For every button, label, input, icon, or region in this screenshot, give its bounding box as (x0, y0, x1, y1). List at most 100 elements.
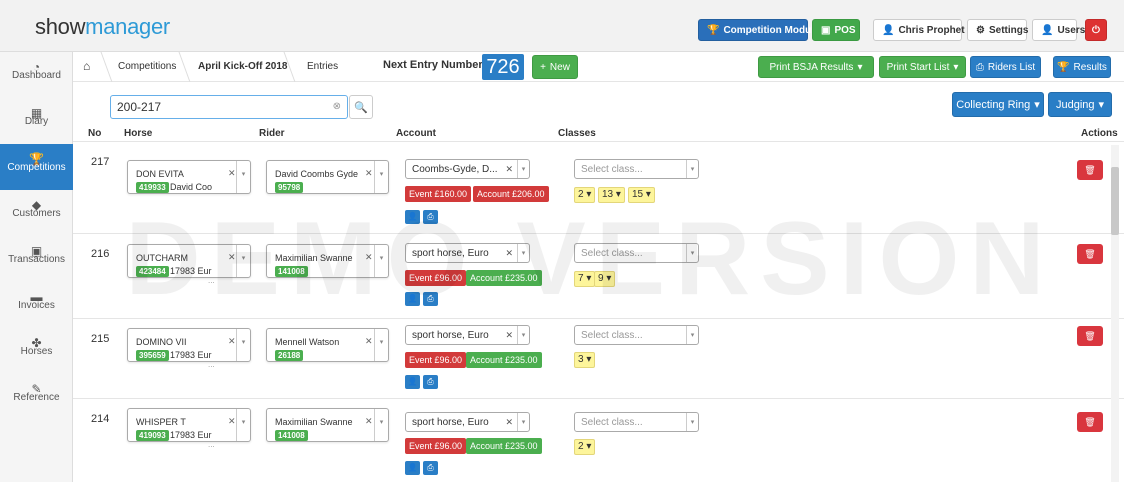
sidebar-item-transactions[interactable]: ▣ Transactions (0, 236, 73, 282)
clear-icon[interactable]: ⊗ (333, 101, 341, 112)
remove-icon[interactable]: ✕ (365, 336, 373, 347)
remove-icon[interactable]: ✕ (365, 252, 373, 263)
power-button[interactable]: ⏻ (1085, 19, 1107, 41)
dropdown-icon[interactable]: ▾ (374, 409, 388, 441)
dropdown-icon[interactable]: ▾ (686, 160, 698, 178)
remove-icon[interactable]: ✕ (228, 168, 236, 179)
account-select[interactable]: Coombs-Gyde, D... ✕ ▾ (405, 159, 530, 179)
remove-icon[interactable]: ✕ (505, 248, 513, 259)
dropdown-icon[interactable]: ▾ (686, 244, 698, 262)
horse-select[interactable]: OUTCHARM ✕ ▾ 423484 17983 Eur ... (127, 244, 251, 285)
sidebar-item-invoices[interactable]: ▬ Invoices (0, 282, 73, 328)
print-icon[interactable]: ⎙ (423, 375, 438, 389)
remove-icon[interactable]: ✕ (228, 336, 236, 347)
rider-select[interactable]: David Coombs Gyde ✕ ▾ 95798 (266, 160, 389, 194)
class-tag[interactable]: 15 ▾ (628, 187, 655, 203)
remove-icon[interactable]: ✕ (228, 416, 236, 427)
print-icon[interactable]: ⎙ (423, 461, 438, 475)
users-button[interactable]: 👤 Users (1032, 19, 1085, 41)
dropdown-icon[interactable]: ▾ (686, 413, 698, 431)
delete-button[interactable]: 🗑 (1077, 244, 1103, 264)
delete-button[interactable]: 🗑 (1077, 326, 1103, 346)
settings-button[interactable]: ⚙ Settings (967, 19, 1028, 41)
class-tag[interactable]: 13 ▾ (598, 187, 625, 203)
riders-list-button[interactable]: ⎙ Riders List (970, 56, 1041, 78)
remove-icon[interactable]: ✕ (365, 416, 373, 427)
class-select[interactable]: Select class... ▾ (574, 243, 699, 263)
class-tag[interactable]: 9 ▾ (594, 271, 616, 287)
account-select[interactable]: sport horse, Euro ✕ ▾ (405, 325, 530, 345)
user-icon[interactable]: 👤 (405, 292, 420, 306)
collecting-ring-button[interactable]: Collecting Ring ▾ (952, 92, 1044, 117)
print-start-list-button[interactable]: Print Start List ▾ (879, 56, 966, 78)
table-row: 217 DON EVITA ✕ ▾ 419933 David Coo David… (73, 141, 1124, 233)
dropdown-icon[interactable]: ▾ (374, 245, 388, 277)
breadcrumb-entries[interactable]: Entries (307, 61, 338, 72)
scrollbar-thumb[interactable] (1111, 167, 1119, 235)
account-select[interactable]: sport horse, Euro ✕ ▾ (405, 243, 530, 263)
horse-select[interactable]: DOMINO VII ✕ ▾ 395659 17983 Eur ... (127, 328, 251, 369)
dropdown-icon[interactable]: ▾ (686, 326, 698, 344)
results-button[interactable]: 🏆 Results (1053, 56, 1111, 78)
sidebar-item-reference[interactable]: ✎ Reference (0, 374, 73, 420)
sidebar-item-horses[interactable]: ✤ Horses (0, 328, 73, 374)
print-bsja-results-button[interactable]: Print BSJA Results ▾ (758, 56, 874, 78)
print-icon[interactable]: ⎙ (423, 292, 438, 306)
app-logo[interactable]: showmanager (35, 14, 170, 40)
dropdown-icon[interactable]: ▾ (236, 409, 250, 441)
pos-button[interactable]: ▣ POS (812, 19, 860, 41)
user-button[interactable]: 👤 Chris Prophet (873, 19, 965, 41)
sidebar-item-competitions[interactable]: 🏆 Competitions (0, 144, 73, 190)
class-tag[interactable]: 2 ▾ (574, 187, 596, 203)
account-select[interactable]: sport horse, Euro ✕ ▾ (405, 412, 530, 432)
scrollbar[interactable] (1111, 145, 1119, 482)
remove-icon[interactable]: ✕ (505, 330, 513, 341)
sidebar-item-diary[interactable]: ▦ Diary (0, 98, 73, 144)
user-icon[interactable]: 👤 (405, 210, 420, 224)
sidebar-item-customers[interactable]: ◆ Customers (0, 190, 73, 236)
home-icon[interactable]: ⌂ (83, 59, 90, 73)
dropdown-icon[interactable]: ▾ (517, 244, 529, 262)
user-icon[interactable]: 👤 (405, 461, 420, 475)
search-button[interactable]: 🔍 (349, 95, 373, 119)
rider-select[interactable]: Maximilian Swanne ✕ ▾ 141008 (266, 408, 389, 442)
judging-button[interactable]: Judging ▾ (1048, 92, 1112, 117)
remove-icon[interactable]: ✕ (505, 417, 513, 428)
dropdown-icon[interactable]: ▾ (374, 161, 388, 193)
search-input[interactable]: 200-217 ⊗ (110, 95, 348, 119)
class-tag[interactable]: 3 ▾ (574, 352, 596, 368)
dropdown-icon[interactable]: ▾ (236, 329, 250, 361)
dropdown-icon[interactable]: ▾ (517, 160, 529, 178)
remove-icon[interactable]: ✕ (505, 164, 513, 175)
dropdown-icon[interactable]: ▾ (236, 245, 250, 277)
tag-icon: ◆ (31, 198, 42, 212)
new-entry-button[interactable]: + New (532, 55, 578, 79)
horse-select[interactable]: DON EVITA ✕ ▾ 419933 David Coo (127, 160, 251, 194)
sidebar-item-dashboard[interactable]: ◔ Dashboard (0, 52, 73, 98)
money-icon: ▣ (30, 244, 43, 258)
dropdown-icon[interactable]: ▾ (236, 161, 250, 193)
dropdown-icon[interactable]: ▾ (517, 413, 529, 431)
horse-select[interactable]: WHISPER T ✕ ▾ 419093 17983 Eur ... (127, 408, 251, 449)
class-select[interactable]: Select class... ▾ (574, 325, 699, 345)
class-tag[interactable]: 7 ▾ (574, 271, 596, 287)
remove-icon[interactable]: ✕ (228, 252, 236, 263)
breadcrumb-event[interactable]: April Kick-Off 2018 (198, 61, 287, 72)
dropdown-icon[interactable]: ▾ (374, 329, 388, 361)
delete-button[interactable]: 🗑 (1077, 412, 1103, 432)
competition-module-button[interactable]: 🏆 Competition Module (698, 19, 820, 41)
account-balance-badge: Account £235.00 (466, 352, 542, 368)
caret-down-icon: ▾ (857, 61, 863, 73)
breadcrumb-competitions[interactable]: Competitions (118, 61, 176, 72)
class-tag[interactable]: 2 ▾ (574, 439, 596, 455)
dropdown-icon[interactable]: ▾ (517, 326, 529, 344)
print-icon[interactable]: ⎙ (423, 210, 438, 224)
delete-button[interactable]: 🗑 (1077, 160, 1103, 180)
user-icon[interactable]: 👤 (405, 375, 420, 389)
rider-select[interactable]: Maximilian Swanne ✕ ▾ 141008 (266, 244, 389, 278)
entry-number: 215 (91, 333, 110, 345)
rider-select[interactable]: Mennell Watson ✕ ▾ 26188 (266, 328, 389, 362)
class-select[interactable]: Select class... ▾ (574, 159, 699, 179)
remove-icon[interactable]: ✕ (365, 168, 373, 179)
class-select[interactable]: Select class... ▾ (574, 412, 699, 432)
